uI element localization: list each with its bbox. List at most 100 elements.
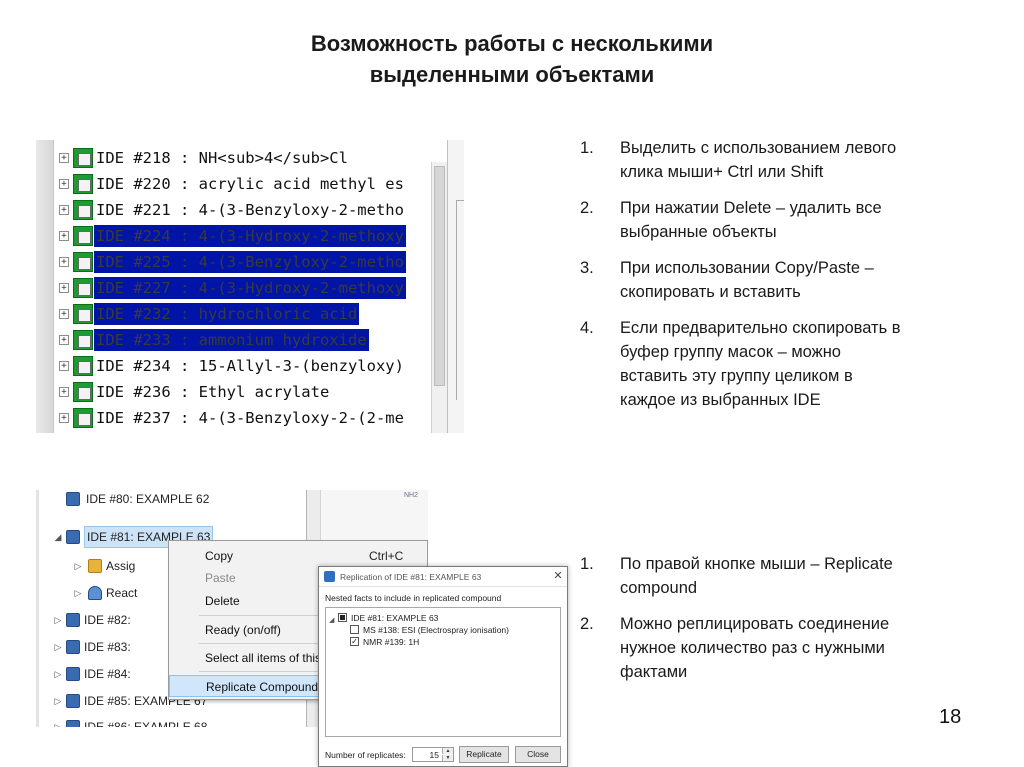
tree-row[interactable]: IDE #80: EXAMPLE 62 [66,490,266,510]
expand-icon[interactable]: + [59,413,69,423]
tree-row[interactable]: ▷ IDE #86: EXAMPLE 68 [52,716,252,727]
ide-icon [73,252,93,272]
compound-icon [66,530,80,544]
list-item: 1. Выделить с использованием левого клика… [580,136,910,184]
expand-icon[interactable]: + [59,387,69,397]
tree-row[interactable]: ▷ IDE #84: [52,663,172,685]
dialog-subtitle: Nested facts to include in replicated co… [325,593,502,603]
tree-row-label: IDE #218 : NH<sub>4</sub>Cl [96,149,348,167]
stepper-up-icon[interactable]: ▲ [442,748,453,754]
dialog-title: Replication of IDE #81: EXAMPLE 63 [340,572,482,582]
tree-row[interactable]: ▷ IDE #83: [52,636,172,658]
tree-row-selected[interactable]: + IDE #232 : hydrochloric acid [54,301,431,327]
slide-title: Возможность работы с несколькими выделен… [0,28,1024,90]
tree-row-label: IDE #221 : 4-(3-Benzyloxy-2-metho [96,201,404,219]
tree-row-label: IDE #234 : 15-Allyl-3-(benzyloxy) [96,357,404,375]
chevron-right-icon[interactable]: ▷ [52,690,64,712]
ide-icon [73,356,93,376]
tree-row[interactable]: ▷ IDE #82: [52,609,172,631]
list-text: При использовании Copy/Paste – скопирова… [620,259,874,301]
expand-icon[interactable]: + [59,231,69,241]
tree-row[interactable]: + IDE #221 : 4-(3-Benzyloxy-2-metho [54,197,431,223]
tree-row-label: IDE #225 : 4-(3-Benzyloxy-2-metho [94,251,406,273]
slide-title-line1: Возможность работы с несколькими [310,31,714,56]
expand-icon[interactable]: + [59,283,69,293]
ide-icon [73,304,93,324]
scrollbar-thumb[interactable] [434,166,445,386]
chevron-right-icon[interactable]: ▷ [52,716,64,727]
chevron-right-icon[interactable]: ▷ [72,582,84,604]
ide-tree-list: + IDE #218 : NH<sub>4</sub>Cl + IDE #220 :… [54,140,431,433]
tree-row[interactable]: + IDE #218 : NH<sub>4</sub>Cl [54,145,431,171]
panel-frame [456,200,464,400]
expand-icon[interactable]: + [59,257,69,267]
list-number: 2. [580,199,594,217]
side-panel [447,140,464,433]
checked-checkbox[interactable]: ✓ [350,637,359,646]
expand-icon[interactable]: + [59,335,69,345]
tree-row-label: IDE #232 : hydrochloric acid [94,303,360,325]
chevron-right-icon[interactable]: ▷ [52,609,64,631]
tree-row-label: React [106,586,138,600]
tree-row-label: IDE #227 : 4-(3-Hydroxy-2-methoxy [94,277,406,299]
tree-row[interactable]: + IDE #237 : 4-(3-Benzyloxy-2-(2-me [54,405,431,431]
compound-icon [66,694,80,708]
tree-row-label: Assig [106,559,136,573]
tree-row-label: IDE #82: [84,613,131,627]
tree-row-label: IDE #236 : Ethyl acrylate [96,383,330,401]
compound-icon [66,492,80,506]
tree-row[interactable]: + IDE #234 : 15-Allyl-3-(benzyloxy) [54,353,431,379]
list-number: 1. [580,139,594,157]
list-number: 2. [580,615,594,633]
compound-icon [66,720,80,727]
list-number: 3. [580,259,594,277]
tree-row-selected[interactable]: + IDE #225 : 4-(3-Benzyloxy-2-metho [54,249,431,275]
tree-border [36,490,39,727]
expand-icon[interactable]: + [59,153,69,163]
ide-icon [73,174,93,194]
tree-row-label: IDE #237 : 4-(3-Benzyloxy-2-(2-me [96,409,404,427]
expand-icon[interactable]: + [59,309,69,319]
tree-row[interactable]: + IDE #236 : Ethyl acrylate [54,379,431,405]
chevron-right-icon[interactable]: ▷ [52,636,64,658]
shortcut-label: Ctrl+C [369,549,404,563]
list-text: При нажатии Delete – удалить все выбранн… [620,199,882,241]
tree-row-label: IDE #83: [84,640,131,654]
chevron-right-icon[interactable]: ▷ [52,663,64,685]
ide-icon [73,278,93,298]
close-icon[interactable]: ✕ [551,569,565,583]
expand-icon[interactable]: + [59,179,69,189]
menu-item-copy[interactable]: Copy Ctrl+C [169,545,427,567]
tree-gutter [36,140,54,433]
chevron-right-icon[interactable]: ▷ [72,555,84,577]
list-number: 4. [580,319,594,337]
vertical-scrollbar[interactable] [431,162,447,433]
list-item: 2. Можно реплицировать соединение нужное … [580,612,925,684]
replicates-value[interactable]: 15 [430,750,439,760]
list-text: Выделить с использованием левого клика м… [620,139,897,181]
dialog-titlebar[interactable]: Replication of IDE #81: EXAMPLE 63 ✕ [319,567,567,587]
steps-list-top: 1. Выделить с использованием левого клика… [580,136,910,424]
tree-row-label: IDE #224 : 4-(3-Hydroxy-2-methoxy [94,225,406,247]
close-button[interactable]: Close [515,746,561,763]
tree-row[interactable]: + IDE #220 : acrylic acid methyl es [54,171,431,197]
tree-row-label: IDE #84: [84,667,131,681]
partial-checkbox[interactable] [338,613,347,622]
tree-row-selected[interactable]: + IDE #224 : 4-(3-Hydroxy-2-methoxy [54,223,431,249]
replicates-stepper[interactable]: 15 ▲ ▼ [412,747,454,762]
list-number: 1. [580,555,594,573]
stepper-down-icon[interactable]: ▼ [442,755,453,761]
reaction-icon [88,586,102,600]
tree-row-selected[interactable]: + IDE #233 : ammonium hydroxide [54,327,431,353]
expand-icon[interactable]: + [59,361,69,371]
chevron-down-icon[interactable]: ◢ [52,526,64,548]
tree-row-selected[interactable]: + IDE #227 : 4-(3-Hydroxy-2-methoxy [54,275,431,301]
replicate-button[interactable]: Replicate [459,746,509,763]
chevron-down-icon[interactable]: ◢ [329,616,334,624]
checkbox[interactable] [350,625,359,634]
list-item: 1. По правой кнопке мыши – Replicate comp… [580,552,925,600]
tree-row-label: IDE #86: EXAMPLE 68 [84,720,208,727]
expand-icon[interactable]: + [59,205,69,215]
compound-icon [66,640,80,654]
ide-icon [73,382,93,402]
